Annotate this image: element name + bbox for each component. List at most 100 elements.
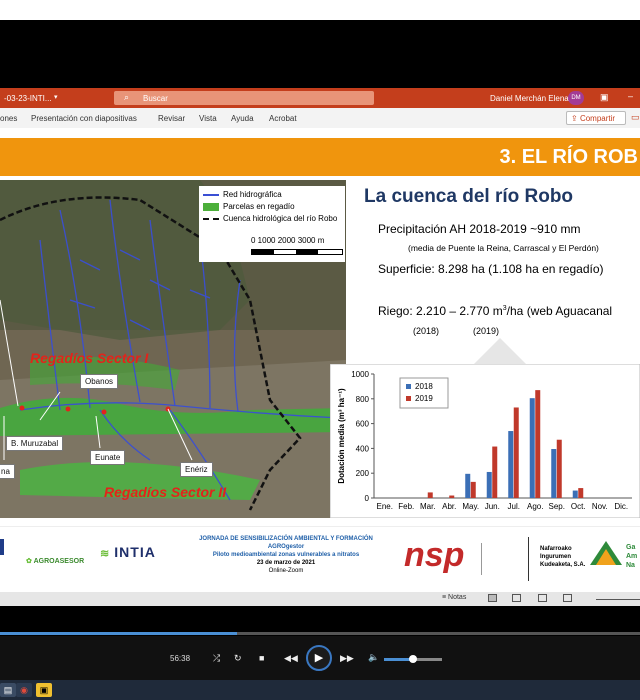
slide-canvas[interactable]: 3. EL RÍO ROB Red hidrográfica Parcelas … (0, 128, 640, 592)
ribbon-tabs: ones Presentación con diapositivas Revis… (0, 108, 640, 128)
x-tick-label: Dic. (614, 502, 628, 511)
video-time: 56:38 (170, 654, 191, 663)
scale-text: 0 1000 2000 3000 m (251, 236, 325, 245)
search-box[interactable]: ⌕ Buscar (114, 91, 374, 105)
volume-knob[interactable] (409, 655, 417, 663)
map-label-muruzabal: B. Muruzabal (6, 436, 64, 451)
document-title[interactable]: -03-23-INTI... (4, 94, 52, 103)
status-bar: ≡ Notas (0, 592, 640, 606)
y-tick-label: 800 (356, 395, 370, 404)
intia-logo: ≋ INTIA (100, 544, 156, 560)
notes-button[interactable]: ≡ Notas (442, 594, 466, 601)
bar-2019-Jul. (513, 407, 519, 498)
y-axis-label: Dotación media (m³ ha⁻¹) (337, 388, 346, 484)
powerpoint-titlebar: -03-23-INTI... ▾ ⌕ Buscar Daniel Merchán… (0, 88, 640, 108)
region-sector-1: Regadíos Sector I (30, 350, 149, 366)
taskbar-chrome-icon[interactable]: ◉ (16, 683, 32, 697)
eu-flag-icon (0, 539, 4, 555)
fast-forward-icon[interactable]: ▶▶ (340, 653, 354, 664)
irrigation-chart: 0 200 400 600 800 1000 Dotación media (m³ ha⁻¹… (329, 363, 640, 519)
y-tick-label: 200 (356, 469, 370, 478)
minimize-icon[interactable]: – (628, 91, 633, 101)
comments-icon[interactable]: ▭ (631, 112, 640, 123)
map-label-obanos: Obanos (80, 374, 119, 389)
x-tick-label: May. (462, 502, 479, 511)
tab-acrobat[interactable]: Acrobat (269, 114, 297, 123)
slide-sorter-button[interactable] (512, 594, 521, 602)
slide-banner-title: 3. EL RÍO ROB (499, 146, 638, 168)
x-tick-label: Mar. (420, 502, 436, 511)
riego-text: Riego: 2.210 – 2.770 m3/ha (web Aguacana… (378, 304, 613, 318)
x-tick-label: Jul. (508, 502, 520, 511)
search-icon: ⌕ (124, 92, 130, 102)
map-label-eneriz: Enériz (180, 462, 213, 477)
taskbar-folder-icon[interactable]: ▣ (36, 683, 52, 697)
avatar[interactable]: DM (568, 91, 584, 105)
bar-2018-Sep. (551, 449, 557, 498)
nsp-subtitle-mark (481, 543, 511, 575)
x-tick-label: Ene. (377, 502, 393, 511)
nsp-logo: nsp (404, 536, 465, 574)
tree-logo-icon (588, 541, 624, 567)
bar-2019-May. (470, 481, 476, 498)
tab-presentacion[interactable]: Presentación con diapositivas (31, 114, 137, 123)
user-name[interactable]: Daniel Merchán Elena (490, 94, 569, 103)
chevron-down-icon[interactable]: ▾ (54, 93, 58, 101)
map-legend: Red hidrográfica Parcelas en regadío Cue… (199, 186, 345, 262)
tab-animaciones[interactable]: ones (0, 114, 17, 123)
bar-2019-Abr. (449, 495, 455, 498)
bar-2019-Oct. (578, 488, 584, 498)
share-button[interactable]: ⇪ Compartir (566, 111, 626, 125)
share-label: Compartir (579, 114, 616, 123)
normal-view-button[interactable] (488, 594, 497, 602)
x-tick-label: Abr. (442, 502, 456, 511)
video-progress-fill (0, 632, 237, 635)
tab-ayuda[interactable]: Ayuda (231, 114, 254, 123)
x-tick-label: Oct. (571, 502, 586, 511)
x-tick-label: Nov. (592, 502, 608, 511)
scale-bar (251, 249, 343, 255)
x-tick-label: Jun. (485, 502, 500, 511)
year-2019-note: (2019) (473, 326, 500, 336)
surface-text: Superficie: 8.298 ha (1.108 ha en regadí… (378, 262, 604, 276)
tab-revisar[interactable]: Revisar (158, 114, 185, 123)
chart-svg: 0 200 400 600 800 1000 Dotación media (m³ ha⁻¹… (329, 363, 640, 519)
repeat-icon[interactable]: ↻ (234, 653, 242, 664)
video-progress-bar[interactable] (0, 632, 640, 635)
rewind-icon[interactable]: ◀◀ (284, 653, 298, 664)
legend-label-2019: 2019 (415, 394, 433, 403)
legend-swatch-2019 (406, 396, 411, 401)
precip-note: (media de Puente la Reina, Carrascal y E… (408, 243, 599, 253)
volume-icon[interactable]: 🔈 (368, 652, 379, 663)
taskbar-start-icon[interactable]: ▤ (0, 683, 16, 697)
year-2018-note: (2018) (413, 326, 440, 336)
precip-text: Precipitación AH 2018-2019 ~910 mm (378, 222, 581, 236)
search-input[interactable]: Buscar (143, 94, 168, 103)
play-button[interactable]: ▶ (306, 645, 332, 671)
y-tick-label: 0 (365, 494, 370, 503)
footer-divider (528, 537, 529, 581)
gan-logo: Ga Am Na (626, 544, 638, 569)
ribbon-display-icon[interactable]: ▣ (600, 92, 609, 103)
bar-2019-Sep. (556, 439, 562, 498)
bar-2018-Ago. (529, 398, 535, 498)
slide-heading: La cuenca del río Robo (364, 186, 574, 207)
reading-view-button[interactable] (538, 594, 547, 602)
map-label-cut: na (0, 464, 15, 479)
share-icon: ⇪ (571, 114, 580, 123)
stop-icon[interactable]: ■ (259, 653, 264, 663)
slide-banner: 3. EL RÍO ROB (0, 138, 640, 176)
volume-slider[interactable] (384, 655, 442, 663)
top-blank-bar (0, 0, 640, 20)
y-tick-label: 1000 (351, 370, 369, 379)
zoom-slider[interactable] (596, 599, 640, 600)
map-label-eunate: Eunate (90, 450, 126, 465)
slideshow-button[interactable] (563, 594, 572, 602)
legend-label-2018: 2018 (415, 382, 433, 391)
tab-vista[interactable]: Vista (199, 114, 217, 123)
region-sector-2: Regadíos Sector II (104, 484, 227, 500)
x-tick-label: Ago. (527, 502, 543, 511)
chart-frame (329, 363, 640, 519)
bar-2019-Jun. (492, 446, 498, 498)
shuffle-icon[interactable]: ⤮ (213, 653, 220, 664)
